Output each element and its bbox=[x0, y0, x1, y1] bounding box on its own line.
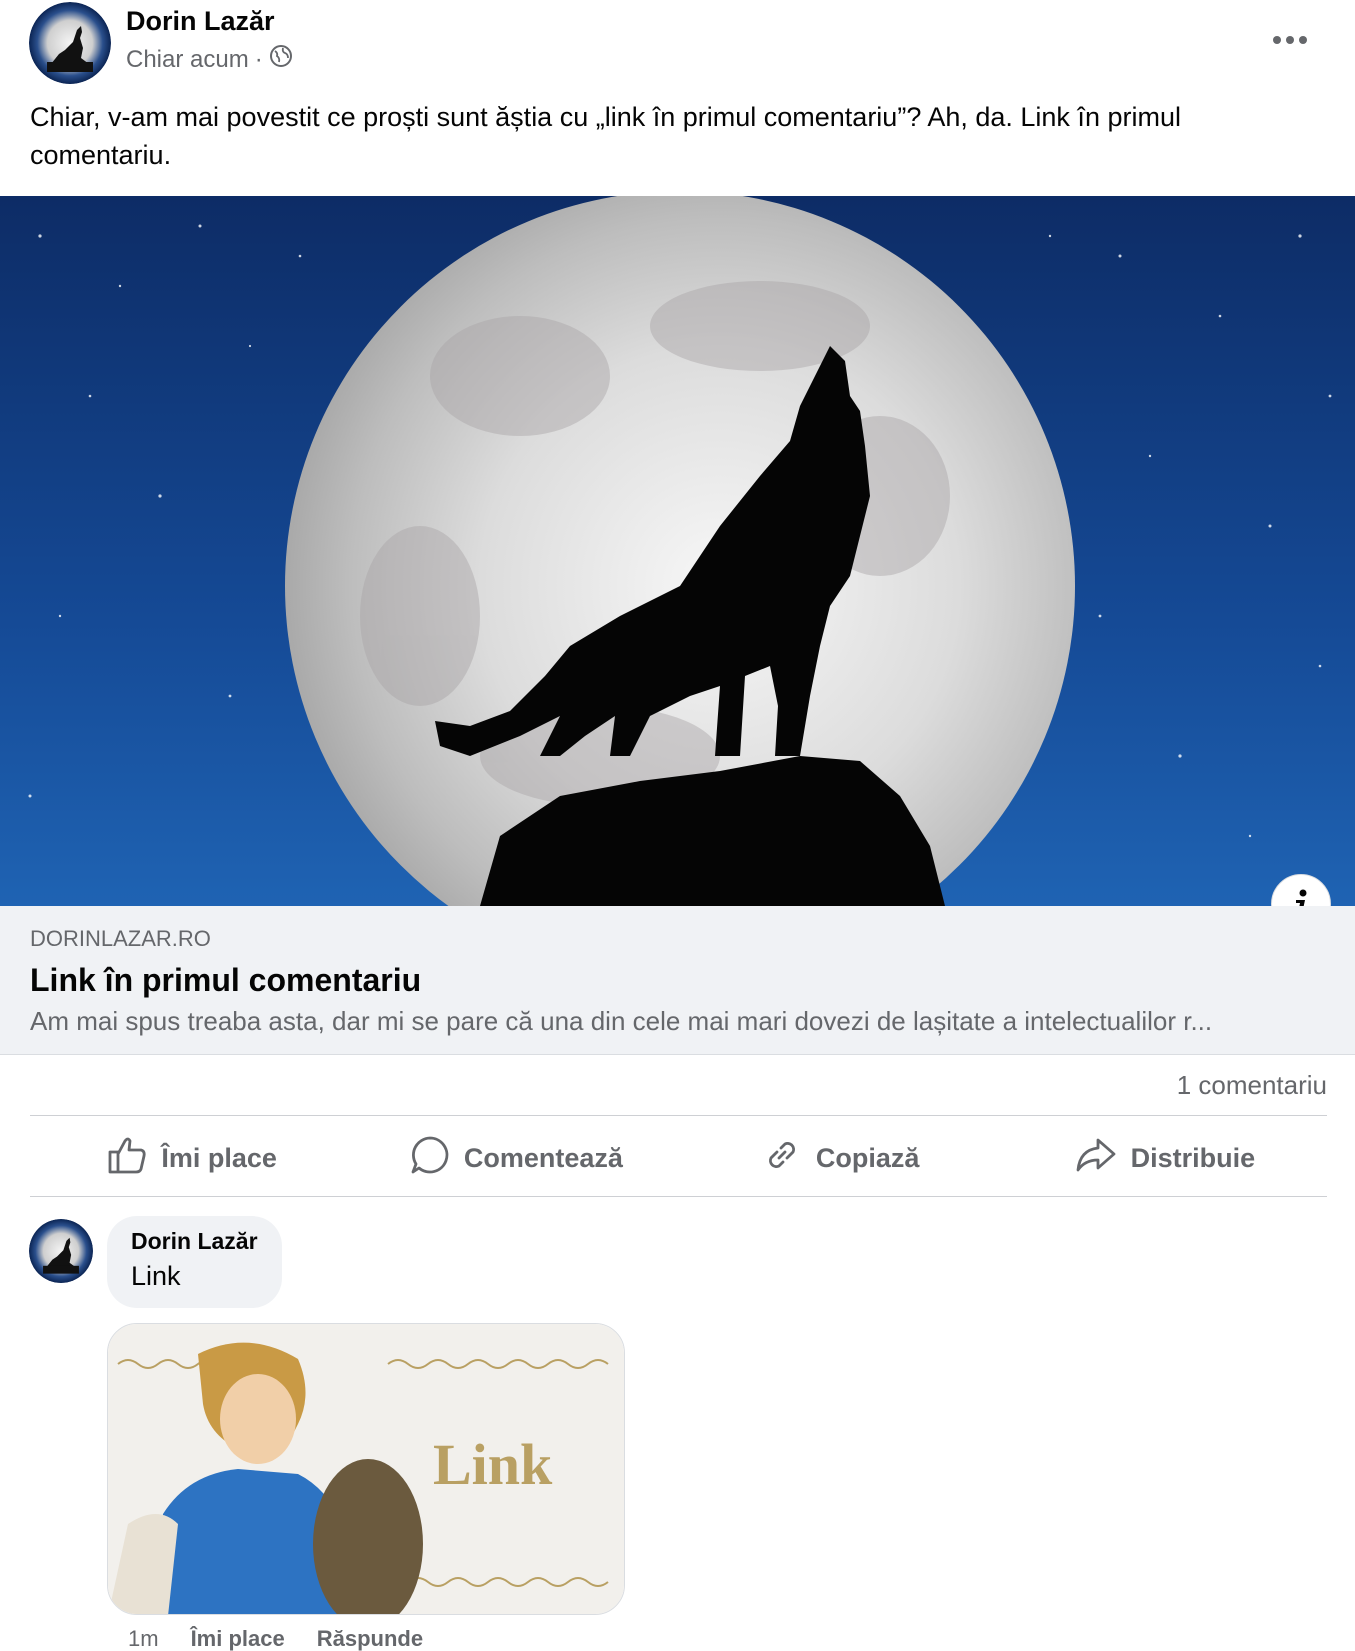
meta-separator: · bbox=[254, 45, 263, 73]
link-domain: DORINLAZAR.RO bbox=[30, 926, 211, 951]
post-meta: Chiar acum · bbox=[126, 44, 293, 75]
share-button[interactable]: Distribuie bbox=[1003, 1120, 1327, 1196]
link-icon bbox=[762, 1135, 802, 1182]
divider bbox=[30, 1196, 1327, 1197]
comment-author[interactable]: Dorin Lazăr bbox=[131, 1228, 258, 1255]
share-icon bbox=[1075, 1136, 1117, 1181]
comment-icon bbox=[410, 1135, 450, 1182]
post-header: Dorin Lazăr Chiar acum · bbox=[0, 0, 1355, 90]
post-actions: Îmi place Comentează Copiază Distribuie bbox=[30, 1120, 1327, 1196]
comment-reply-button[interactable]: Răspunde bbox=[317, 1626, 423, 1651]
more-options-icon[interactable] bbox=[1264, 18, 1316, 62]
like-button[interactable]: Îmi place bbox=[30, 1120, 354, 1196]
link-preview-image[interactable] bbox=[0, 196, 1355, 906]
share-label: Distribuie bbox=[1130, 1142, 1256, 1173]
link-description: Am mai spus treaba asta, dar mi se pare … bbox=[30, 1006, 1213, 1036]
comment-label: Comentează bbox=[463, 1142, 623, 1173]
comment-time[interactable]: 1m bbox=[128, 1626, 159, 1651]
author-name[interactable]: Dorin Lazăr bbox=[126, 6, 275, 37]
link-title[interactable]: Link în primul comentariu bbox=[30, 962, 421, 999]
thumbs-up-icon bbox=[107, 1136, 147, 1181]
copy-link-button[interactable]: Copiază bbox=[679, 1120, 1003, 1196]
post-time[interactable]: Chiar acum bbox=[126, 46, 249, 74]
divider bbox=[30, 1115, 1327, 1116]
commenter-avatar[interactable] bbox=[29, 1219, 93, 1283]
attachment-title: Link bbox=[433, 1432, 553, 1497]
author-avatar[interactable] bbox=[29, 2, 111, 84]
comment-text: Link bbox=[131, 1261, 181, 1291]
copy-label: Copiază bbox=[815, 1142, 920, 1173]
comment-bubble: Dorin Lazăr Link bbox=[107, 1216, 282, 1308]
post-text: Chiar, v-am mai povestit ce proști sunt … bbox=[30, 102, 1181, 170]
link-preview-card[interactable]: DORINLAZAR.RO Link în primul comentariu … bbox=[0, 906, 1355, 1055]
comment-like-button[interactable]: Îmi place bbox=[191, 1626, 285, 1651]
comment-footer: 1m Îmi place Răspunde bbox=[128, 1626, 423, 1651]
comments-count[interactable]: 1 comentariu bbox=[1000, 1070, 1327, 1101]
comment-attachment-image[interactable]: Link bbox=[107, 1323, 625, 1615]
globe-icon bbox=[269, 44, 293, 75]
like-label: Îmi place bbox=[161, 1142, 277, 1173]
comment-button[interactable]: Comentează bbox=[354, 1120, 678, 1196]
